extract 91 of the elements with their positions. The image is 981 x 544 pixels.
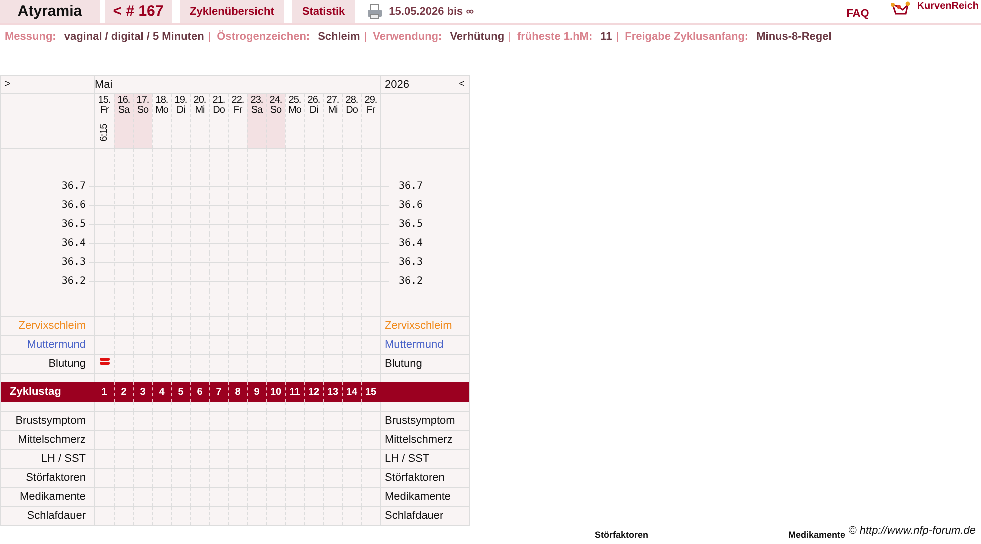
date-header: 26. Di (304, 94, 323, 148)
date-header: 24. So (266, 94, 285, 148)
temperature-label: 36.7 (62, 181, 86, 192)
nav-tab[interactable]: Statistik (292, 0, 356, 23)
date-header: 28. Do (342, 94, 361, 148)
info-label: Verwendung: (373, 31, 442, 43)
app-title: Atyramia (0, 0, 100, 23)
cycle-day-number: 14 (346, 386, 358, 398)
cycle-day-number: 10 (270, 386, 282, 398)
month-label: Mai (95, 78, 113, 90)
row-label: Brustsymptom (385, 415, 456, 427)
date-header: 19. Di (171, 94, 190, 148)
info-label: Messung: (5, 31, 56, 43)
brand-name[interactable]: KurvenReich (917, 1, 979, 12)
temperature-label: 36.6 (399, 200, 424, 211)
info-value: Schleim (318, 31, 360, 43)
temperature-label: 36.5 (399, 219, 424, 230)
separator: | (208, 31, 212, 43)
row-label: Medikamente (20, 491, 86, 503)
temperature-label: 36.6 (62, 200, 86, 211)
separator: | (616, 31, 620, 43)
crown-logo-icon[interactable] (891, 0, 912, 16)
cycle-day-number: 12 (308, 386, 320, 398)
date-header: 23. Sa (247, 94, 266, 148)
date-header: 16. Sa (114, 94, 133, 148)
temperature-label: 36.5 (62, 219, 86, 230)
row-label: Schlafdauer (27, 510, 86, 522)
section-heading: Störfaktoren (595, 530, 649, 540)
time-label: 6:15 (100, 123, 110, 144)
row-label: Zervixschleim (18, 320, 86, 332)
cycle-day-number: 2 (121, 386, 127, 398)
date-header: 15. Fr 6:15 (97, 94, 112, 146)
printer-icon[interactable] (367, 4, 384, 20)
date-header: 25. Mo (285, 94, 304, 148)
cycle-day-number: 1 (102, 386, 108, 398)
row-label: Muttermund (27, 339, 86, 351)
date-range: 15.05.2026 bis ∞ (389, 6, 474, 18)
copyright-text: © http://www.nfp-forum.de (848, 525, 976, 537)
row-label: Brustsymptom (16, 415, 86, 427)
info-label: Östrogenzeichen: (217, 31, 310, 43)
cycle-day-number: 6 (197, 386, 203, 398)
cycle-day-number: 3 (140, 386, 146, 398)
info-label: früheste 1.hM: (517, 31, 593, 43)
row-label: Störfaktoren (26, 472, 86, 484)
row-label: LH / SST (385, 453, 430, 465)
date-header: 17. So (133, 94, 152, 148)
date-header: 20. Mi (190, 94, 209, 148)
separator: | (364, 31, 368, 43)
cycle-day-number: 5 (178, 386, 184, 398)
date-header: 27. Mi (323, 94, 342, 148)
row-label: Störfaktoren (385, 472, 445, 484)
section-heading: Medikamente (788, 530, 846, 540)
date-header: 18. Mo (152, 94, 171, 148)
row-label: Zervixschleim (385, 320, 452, 332)
row-label: Muttermund (385, 339, 444, 351)
cycle-day-number: 9 (254, 386, 260, 398)
cycle-day-number: 8 (235, 386, 241, 398)
temperature-label: 36.7 (399, 181, 424, 192)
date-header: 29. Fr (361, 94, 380, 148)
row-label: Blutung (48, 358, 86, 370)
date-header: 21. Do (209, 94, 228, 148)
cycle-day-number: 15 (365, 386, 377, 398)
nav-tab[interactable]: Zyklenübersicht (180, 0, 284, 23)
temperature-label: 36.3 (62, 257, 86, 268)
temperature-label: 36.4 (62, 238, 86, 249)
row-label: Schlafdauer (385, 510, 444, 522)
year-label: 2026 (385, 78, 410, 90)
faq-link[interactable]: FAQ (846, 8, 870, 20)
row-label: Mittelschmerz (385, 434, 453, 446)
info-label: Freigabe Zyklusanfang: (625, 31, 749, 43)
info-value: vaginal / digital / 5 Minuten (64, 31, 204, 43)
cycle-day-number: 13 (327, 386, 339, 398)
row-label: Medikamente (385, 491, 452, 503)
row-label: LH / SST (41, 453, 86, 465)
cycle-day-number: 7 (216, 386, 222, 398)
info-value: Minus-8-Regel (756, 31, 832, 43)
previous-button[interactable]: < (459, 79, 465, 90)
info-value: 11 (600, 31, 612, 43)
info-value: Verhütung (450, 31, 505, 43)
next-button[interactable]: > (5, 79, 11, 90)
cycle-day-label: Zyklustag (10, 386, 62, 398)
cycle-day-number: 4 (159, 386, 165, 398)
temperature-label: 36.2 (399, 276, 424, 287)
temperature-label: 36.4 (399, 238, 424, 249)
separator: | (508, 31, 512, 43)
temperature-label: 36.3 (399, 257, 424, 268)
cycle-day-number: 11 (290, 386, 300, 398)
temperature-label: 36.2 (62, 276, 86, 287)
cycle-number-tab[interactable]: < # 167 (105, 0, 172, 23)
row-label: Mittelschmerz (18, 434, 86, 446)
row-label: Blutung (385, 358, 422, 370)
